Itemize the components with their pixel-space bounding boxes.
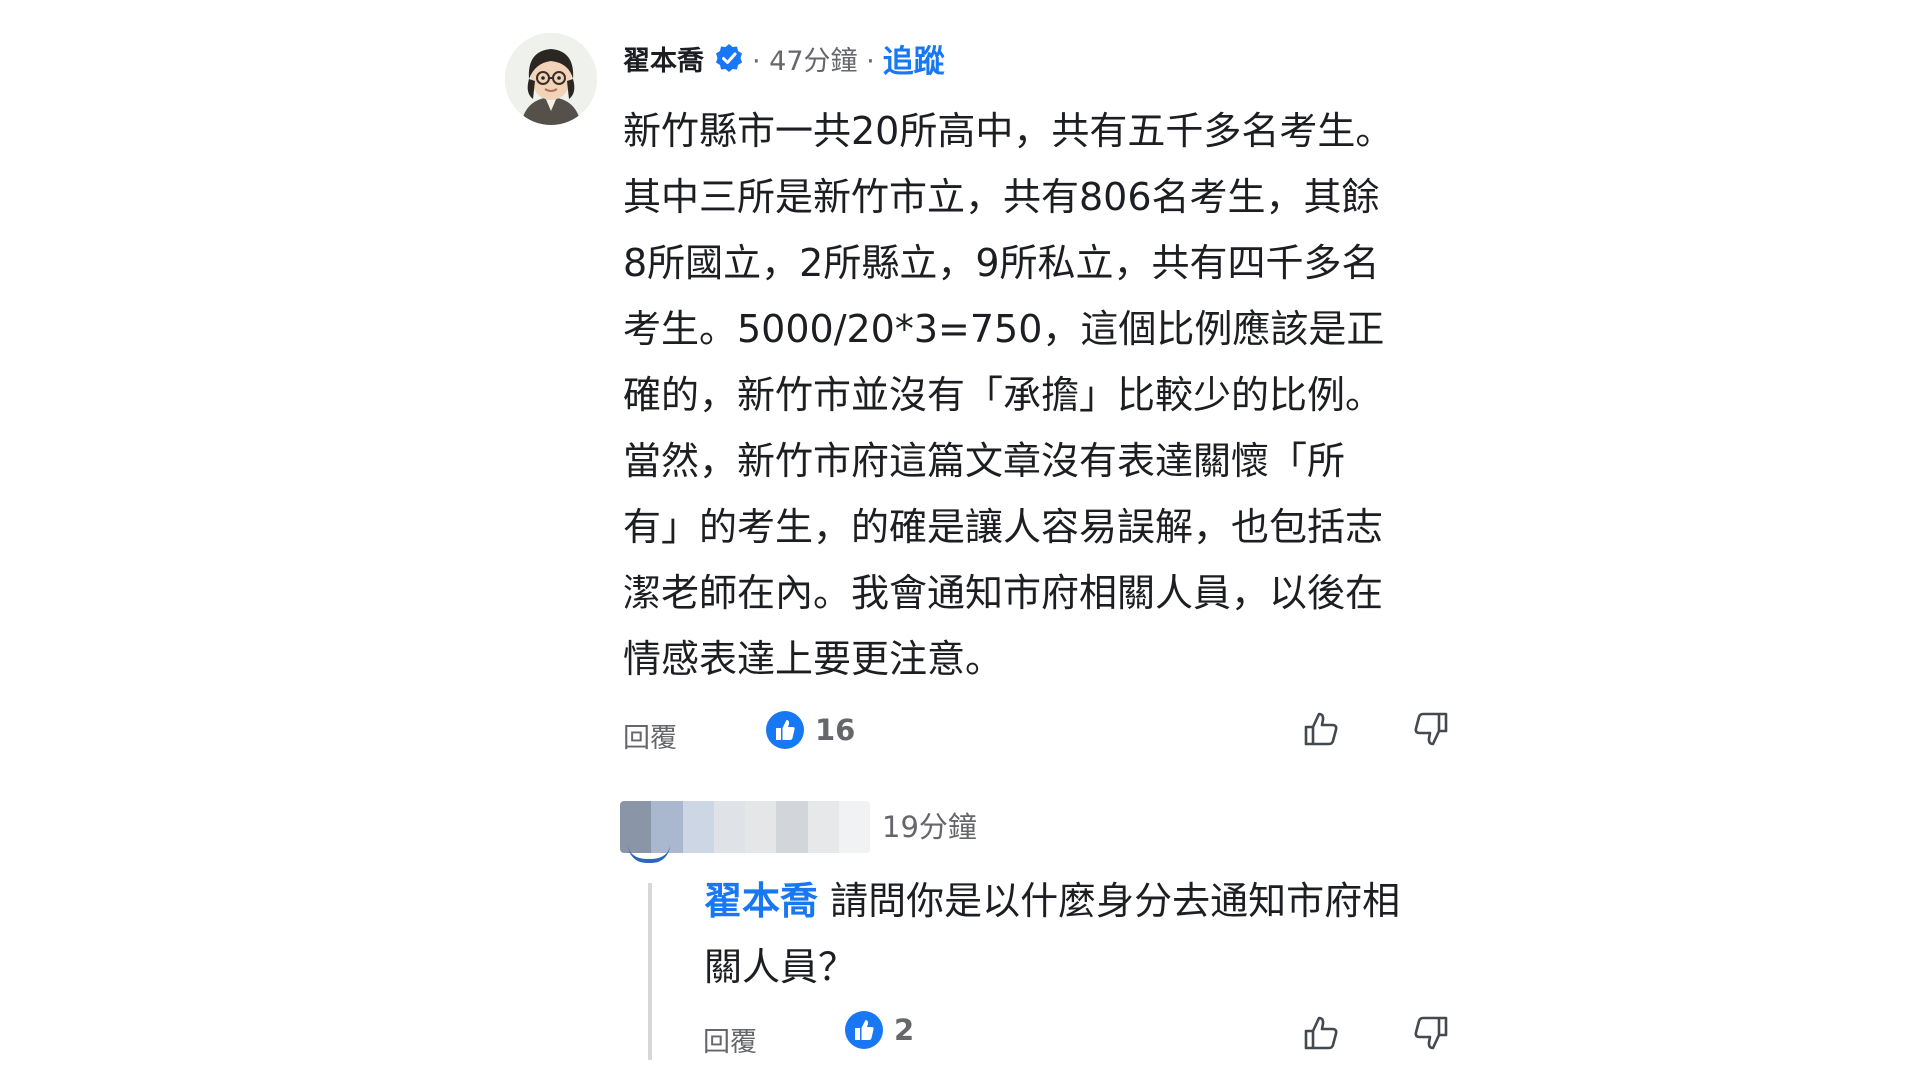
thread-line — [648, 883, 652, 1060]
comment-line: 潔老師在內。我會通知市府相關人員，以後在 — [623, 571, 1384, 615]
comment-line: 確的，新竹市並沒有「承擔」比較少的比例。 — [623, 373, 1384, 417]
comment-like-summary[interactable]: 16 — [765, 710, 855, 750]
comment-body: 新竹縣市一共20所高中，共有五千多名考生。 其中三所是新竹市立，共有806名考生… — [623, 98, 1463, 692]
comment-line: 新竹縣市一共20所高中，共有五千多名考生。 — [623, 109, 1394, 153]
thumbs-down-icon[interactable] — [1408, 1011, 1452, 1055]
author-avatar[interactable] — [505, 33, 597, 125]
reply-line: 翟本喬 請問你是以什麼身分去通知市府相 — [704, 868, 1464, 934]
reply-reply-button[interactable]: 回覆 — [703, 1020, 757, 1059]
thumbs-down-icon[interactable] — [1408, 707, 1452, 751]
comment-line: 當然，新竹市府這篇文章沒有表達關懷「所 — [623, 439, 1346, 483]
reply-button[interactable]: 回覆 — [623, 716, 677, 755]
comment-line: 情感表達上要更注意。 — [623, 637, 1004, 681]
avatar-portrait-icon — [505, 33, 597, 125]
comment-line: 8所國立，2所縣立，9所私立，共有四千多名 — [623, 241, 1380, 285]
reply-line: 關人員？ — [704, 945, 857, 989]
reply-like-count: 2 — [894, 1013, 915, 1047]
comment-header: 翟本喬 · 47分鐘 · 追蹤 — [623, 36, 945, 81]
reply-actions: 回覆 — [703, 1014, 757, 1064]
reply-time: 19分鐘 — [882, 810, 977, 844]
comment-actions: 回覆 — [623, 710, 677, 760]
like-reaction-icon — [845, 1011, 883, 1049]
reply-body: 翟本喬 請問你是以什麼身分去通知市府相 關人員？ — [704, 868, 1464, 1000]
verified-badge-icon — [714, 43, 744, 73]
mention-link[interactable]: 翟本喬 — [704, 879, 818, 923]
follow-button[interactable]: 追蹤 — [883, 36, 945, 81]
thumbs-up-icon[interactable] — [1300, 1011, 1344, 1055]
comment-line: 考生。5000/20*3=750，這個比例應該是正 — [623, 307, 1385, 351]
reply-line-text: 請問你是以什麼身分去通知市府相 — [818, 879, 1401, 923]
thumbs-up-icon[interactable] — [1300, 707, 1344, 751]
reply-like-summary[interactable]: 2 — [844, 1010, 914, 1050]
comment-line: 其中三所是新竹市立，共有806名考生，其餘 — [623, 175, 1380, 219]
like-reaction-icon — [766, 711, 804, 749]
comment-line: 有」的考生，的確是讓人容易誤解，也包括志 — [623, 505, 1384, 549]
author-name[interactable]: 翟本喬 — [623, 39, 704, 78]
comment-like-count: 16 — [815, 713, 856, 747]
comment-time: · 47分鐘 · — [752, 45, 875, 77]
